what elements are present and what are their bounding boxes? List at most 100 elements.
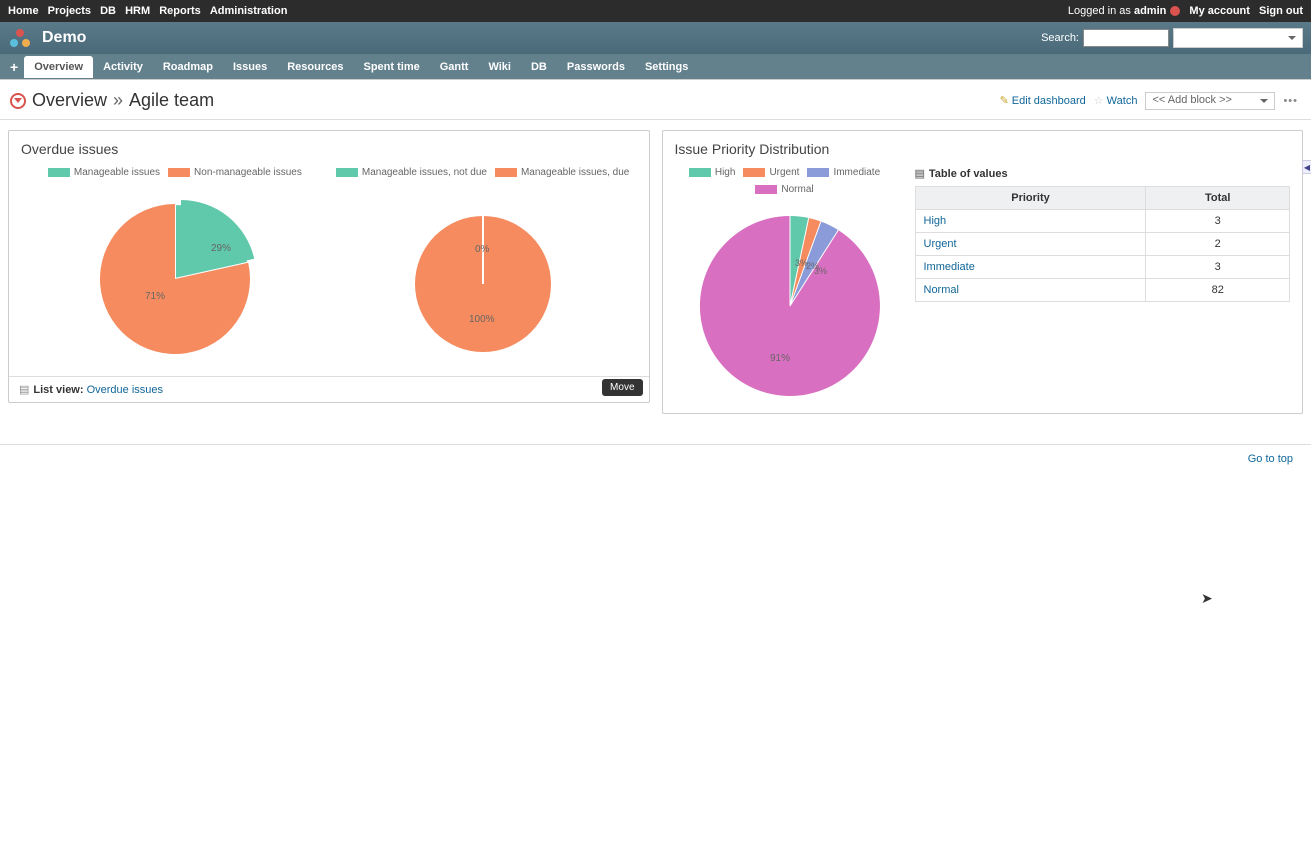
priority-total: 82 — [1146, 279, 1290, 302]
table-of-values-label: Table of values — [929, 168, 1008, 180]
priority-block-title: Issue Priority Distribution — [663, 131, 1303, 163]
pie-slice-label: 100% — [469, 314, 495, 325]
legend-label: Immediate — [833, 167, 880, 178]
project-tabs: + Overview Activity Roadmap Issues Resou… — [0, 54, 1311, 80]
swatch-green-icon — [689, 168, 711, 177]
swatch-orange-icon — [168, 168, 190, 177]
watch-label: Watch — [1107, 95, 1138, 107]
nav-my-account[interactable]: My account — [1189, 5, 1250, 17]
swatch-orange-icon — [495, 168, 517, 177]
overdue-pie2-chart: 0% 100% — [383, 184, 583, 364]
list-view-link[interactable]: Overdue issues — [87, 384, 163, 396]
star-icon: ☆ — [1094, 94, 1104, 107]
tab-overview[interactable]: Overview — [24, 56, 93, 78]
nav-projects[interactable]: Projects — [48, 5, 91, 17]
pie-slice-label: 29% — [211, 243, 231, 254]
overdue-block-title: Overdue issues — [9, 131, 649, 163]
priority-link-normal[interactable]: Normal — [924, 284, 959, 296]
admin-badge-icon — [1170, 6, 1180, 16]
priority-distribution-block: Issue Priority Distribution High Urgent … — [662, 130, 1304, 414]
tab-settings[interactable]: Settings — [635, 56, 698, 78]
nav-home[interactable]: Home — [8, 5, 39, 17]
page-actions: ✎Edit dashboard ☆Watch << Add block >> •… — [1000, 92, 1301, 110]
swatch-green-icon — [336, 168, 358, 177]
tab-db[interactable]: DB — [521, 56, 557, 78]
dashboard-col-left: Overdue issues Manageable issues Non-man… — [8, 130, 650, 424]
table-row: Normal 82 — [915, 279, 1290, 302]
priority-link-urgent[interactable]: Urgent — [924, 238, 957, 250]
new-item-button[interactable]: + — [4, 57, 24, 77]
top-nav-right: Logged in as admin My account Sign out — [1064, 5, 1303, 17]
cursor-icon: ➤ — [1201, 590, 1213, 607]
pencil-icon: ✎ — [1000, 94, 1009, 107]
tab-issues[interactable]: Issues — [223, 56, 277, 78]
swatch-green-icon — [48, 168, 70, 177]
go-to-top: Go to top — [0, 444, 1311, 473]
priority-pie-container: High Urgent Immediate Normal — [675, 167, 895, 401]
table-header-total: Total — [1146, 187, 1290, 210]
table-header-priority: Priority — [915, 187, 1146, 210]
priority-pie-chart: 3% 2% 3% 91% — [675, 201, 895, 401]
overdue-pie1-chart: 29% 71% — [75, 184, 275, 364]
legend-label: Non-manageable issues — [194, 167, 302, 178]
pie-slice-label: 91% — [770, 353, 790, 364]
pie-slice-label: 71% — [145, 291, 165, 302]
priority-legend-row2: Normal — [675, 184, 895, 195]
top-nav-bar: Home Projects DB HRM Reports Administrat… — [0, 0, 1311, 22]
legend-label: Normal — [781, 184, 813, 195]
add-block-placeholder: << Add block >> — [1152, 94, 1232, 106]
overdue-pie-due-status: Manageable issues, not due Manageable is… — [329, 167, 637, 364]
project-select[interactable]: Demo — [1173, 28, 1303, 48]
tab-roadmap[interactable]: Roadmap — [153, 56, 223, 78]
tab-wiki[interactable]: Wiki — [478, 56, 521, 78]
table-row: Immediate 3 — [915, 256, 1290, 279]
breadcrumb-root: Overview — [32, 90, 107, 111]
logged-in-user: admin — [1134, 5, 1166, 17]
list-icon: ▤ — [915, 167, 925, 180]
legend-label: High — [715, 167, 736, 178]
tab-spent-time[interactable]: Spent time — [354, 56, 430, 78]
tab-gantt[interactable]: Gantt — [430, 56, 479, 78]
nav-sign-out[interactable]: Sign out — [1259, 5, 1303, 17]
overdue-pie1-legend: Manageable issues Non-manageable issues — [48, 167, 302, 178]
top-nav-left: Home Projects DB HRM Reports Administrat… — [8, 5, 293, 17]
priority-link-high[interactable]: High — [924, 215, 947, 227]
overdue-pie-manageability: Manageable issues Non-manageable issues — [21, 167, 329, 364]
search-label: Search: — [1041, 32, 1079, 44]
overdue-block-footer: ▤ List view: Overdue issues — [9, 376, 649, 402]
priority-table-container: ▤ Table of values Priority Total H — [915, 167, 1291, 302]
sidebar-collapse-handle[interactable]: ◀ — [1302, 160, 1311, 174]
tab-resources[interactable]: Resources — [277, 56, 353, 78]
edit-dashboard-link[interactable]: ✎Edit dashboard — [1000, 94, 1086, 107]
swatch-blue-icon — [807, 168, 829, 177]
move-button[interactable]: Move — [602, 379, 642, 396]
priority-total: 3 — [1146, 210, 1290, 233]
swatch-orange-icon — [743, 168, 765, 177]
tab-passwords[interactable]: Passwords — [557, 56, 635, 78]
project-select-value: Demo — [1178, 30, 1207, 42]
table-row: High 3 — [915, 210, 1290, 233]
collapse-icon[interactable] — [10, 93, 26, 109]
add-block-select[interactable]: << Add block >> — [1145, 92, 1275, 110]
logged-in-label: Logged in as — [1068, 5, 1134, 17]
pie-slice-label: 3% — [814, 266, 827, 276]
watch-link[interactable]: ☆Watch — [1094, 94, 1138, 107]
search-input[interactable] — [1083, 29, 1169, 47]
more-actions-icon[interactable]: ••• — [1283, 95, 1298, 107]
nav-reports[interactable]: Reports — [159, 5, 201, 17]
nav-administration[interactable]: Administration — [210, 5, 288, 17]
swatch-pink-icon — [755, 185, 777, 194]
nav-hrm[interactable]: HRM — [125, 5, 150, 17]
legend-label: Manageable issues — [74, 167, 160, 178]
page-title: Overview » Agile team — [10, 90, 214, 111]
priority-values-table: Priority Total High 3 Urgent 2 — [915, 186, 1291, 302]
overdue-issues-block: Overdue issues Manageable issues Non-man… — [8, 130, 650, 403]
tab-activity[interactable]: Activity — [93, 56, 153, 78]
priority-legend: High Urgent Immediate — [675, 167, 895, 178]
breadcrumb-sep: » — [113, 90, 123, 111]
pie-slice-label: 0% — [475, 244, 490, 255]
list-icon: ▤ — [19, 383, 29, 396]
nav-db[interactable]: DB — [100, 5, 116, 17]
go-to-top-link[interactable]: Go to top — [1248, 453, 1293, 465]
priority-link-immediate[interactable]: Immediate — [924, 261, 975, 273]
